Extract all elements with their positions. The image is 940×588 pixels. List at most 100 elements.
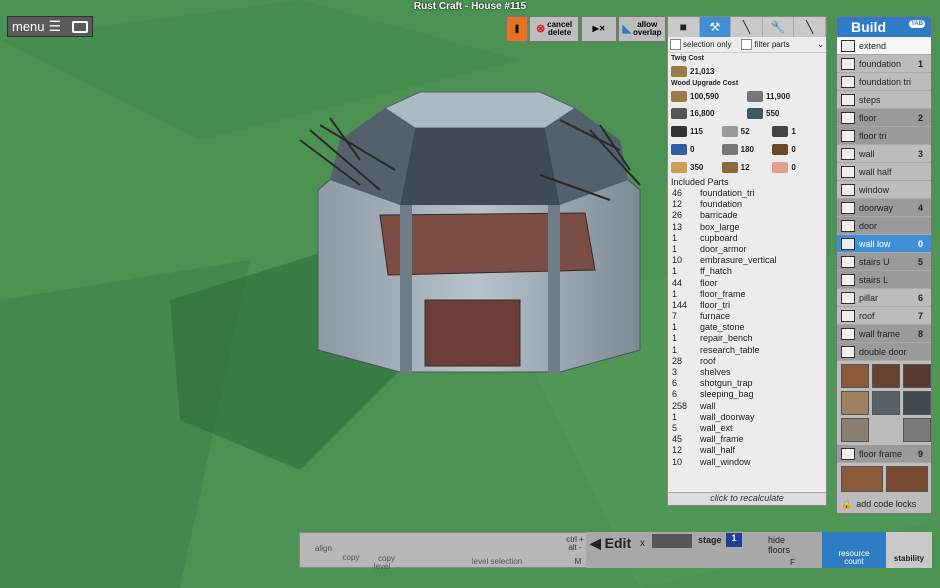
floor-frame-thumb[interactable]: [886, 466, 928, 492]
part-name: barricade: [700, 210, 738, 221]
copy-level-button[interactable]: copy level: [368, 547, 396, 579]
cancel-delete-button[interactable]: ⊗ cancel delete: [529, 16, 579, 42]
door-thumb[interactable]: [841, 364, 869, 388]
included-parts-title: Included Parts: [671, 177, 729, 187]
build-item-foundation[interactable]: foundation 1: [837, 55, 931, 73]
metal-fragments-icon: [671, 107, 687, 119]
tab-axe-icon[interactable]: ╲: [731, 17, 763, 37]
part-quantity: 1: [672, 411, 678, 422]
stability-button[interactable]: stability: [886, 532, 932, 568]
resource-value: 12: [740, 162, 750, 172]
copy-level-label: copy level: [373, 554, 395, 571]
build-item-wall[interactable]: wall 3: [837, 145, 931, 163]
resource-item: 52: [721, 124, 773, 138]
part-quantity: 258: [672, 400, 688, 411]
build-item-window[interactable]: window: [837, 181, 931, 199]
door-thumb[interactable]: [903, 364, 931, 388]
build-item-label: floor frame: [859, 448, 903, 459]
double-door-icon: [841, 345, 855, 358]
resource-count-button[interactable]: resource count: [822, 532, 886, 568]
part-quantity: 144: [672, 299, 688, 310]
chevron-down-icon[interactable]: ⌄: [817, 40, 824, 49]
floor-frame-thumb[interactable]: [841, 466, 883, 492]
floor-icon: [841, 111, 855, 124]
stone-icon: [747, 90, 763, 102]
wall-low-icon: [841, 237, 855, 250]
add-code-locks-button[interactable]: 🔒 add code locks: [837, 495, 931, 513]
build-item-door[interactable]: door: [837, 217, 931, 235]
resource-value: 115: [690, 126, 703, 136]
build-item-double-door[interactable]: double door: [837, 343, 931, 361]
build-title: Build: [851, 19, 886, 35]
part-quantity: 12: [672, 199, 683, 210]
upgrade-stone-value: 11,900: [766, 91, 791, 101]
build-item-doorway[interactable]: doorway 4: [837, 199, 931, 217]
part-name: wall: [700, 400, 716, 411]
edit-field[interactable]: [652, 534, 692, 548]
video-toggle-icon[interactable]: ▶✕: [581, 16, 617, 42]
build-item-label: wall low: [859, 238, 891, 249]
align-button[interactable]: align: [304, 535, 334, 562]
part-name: foundation_tri: [700, 188, 755, 198]
build-item-stairs-L[interactable]: stairs L: [837, 271, 931, 289]
stage-label: stage: [698, 535, 722, 545]
tab-tool-icon[interactable]: ╲: [794, 17, 826, 37]
build-item-label: window: [859, 184, 890, 195]
build-item-wall-low[interactable]: wall low 0: [837, 235, 931, 253]
build-item-stairs-U[interactable]: stairs U 5: [837, 253, 931, 271]
camera-icon[interactable]: [72, 20, 88, 33]
build-item-hotkey: 3: [917, 148, 923, 159]
build-item-hotkey: 4: [917, 202, 923, 213]
build-item-hotkey: 5: [917, 256, 923, 267]
build-item-floor[interactable]: floor 2: [837, 109, 931, 127]
build-item-roof[interactable]: roof 7: [837, 307, 931, 325]
door-thumb[interactable]: [872, 364, 900, 388]
part-quantity: 12: [672, 445, 683, 456]
build-item-wall-frame[interactable]: wall frame 8: [837, 325, 931, 343]
copy-label: copy: [342, 553, 360, 562]
build-item-label: double door: [859, 346, 907, 357]
stage-value[interactable]: 1: [726, 533, 742, 547]
build-item-wall-half[interactable]: wall half: [837, 163, 931, 181]
resource-value: 0: [791, 144, 796, 154]
filter-parts-checkbox[interactable]: [741, 39, 753, 50]
add-code-locks-label: add code locks: [856, 499, 917, 509]
copy-button[interactable]: copy: [338, 553, 364, 562]
menu-button[interactable]: menu ☰: [7, 16, 93, 37]
twig-cost-value: 21,013: [690, 66, 715, 76]
build-item-foundation-tri[interactable]: foundation tri: [837, 73, 931, 91]
tab-hammer-icon[interactable]: ⚒: [699, 17, 732, 37]
build-item-hotkey: 2: [917, 112, 923, 123]
build-item-steps[interactable]: steps: [837, 91, 931, 109]
hide-floors-button[interactable]: hide floors: [768, 535, 790, 555]
build-item-floor-tri[interactable]: floor tri: [837, 127, 931, 145]
door-thumb[interactable]: [903, 391, 931, 415]
recalculate-button[interactable]: click to recalculate: [668, 492, 826, 505]
door-thumb[interactable]: [872, 391, 900, 415]
part-row: 12 foundation: [668, 199, 826, 210]
part-row: 1 cupboard: [668, 233, 826, 244]
selection-only-checkbox[interactable]: [670, 39, 681, 50]
door-thumb[interactable]: [903, 418, 931, 442]
tab-wrench-icon[interactable]: 🔧: [763, 17, 795, 37]
tab-cube-icon[interactable]: ■: [668, 17, 700, 37]
upgrade-stone: 11,900: [747, 89, 823, 103]
door-thumb[interactable]: [841, 391, 869, 415]
build-item-hotkey: 0: [917, 238, 923, 249]
rope-icon: [772, 143, 789, 155]
edit-button[interactable]: ◀ Edit: [590, 535, 631, 552]
build-item-extend[interactable]: extend: [837, 37, 931, 55]
part-quantity: 10: [672, 255, 683, 266]
lock-tool-icon[interactable]: ❚: [506, 16, 528, 42]
allow-overlap-button[interactable]: ◣ allow overlap: [618, 16, 666, 42]
part-row: 5 wall_ext: [668, 423, 826, 434]
part-name: wall_ext: [700, 422, 733, 433]
part-name: embrasure_vertical: [700, 255, 777, 266]
build-item-pillar[interactable]: pillar 6: [837, 289, 931, 307]
door-thumb[interactable]: [841, 418, 869, 442]
stairs-U-icon: [841, 255, 855, 268]
upgrade-costs: 100,590 11,900 16,800 550: [668, 89, 826, 120]
build-item-label: wall frame: [859, 328, 901, 339]
build-item-label: stairs U: [859, 256, 890, 267]
build-item-floor-frame[interactable]: floor frame 9: [837, 445, 931, 463]
